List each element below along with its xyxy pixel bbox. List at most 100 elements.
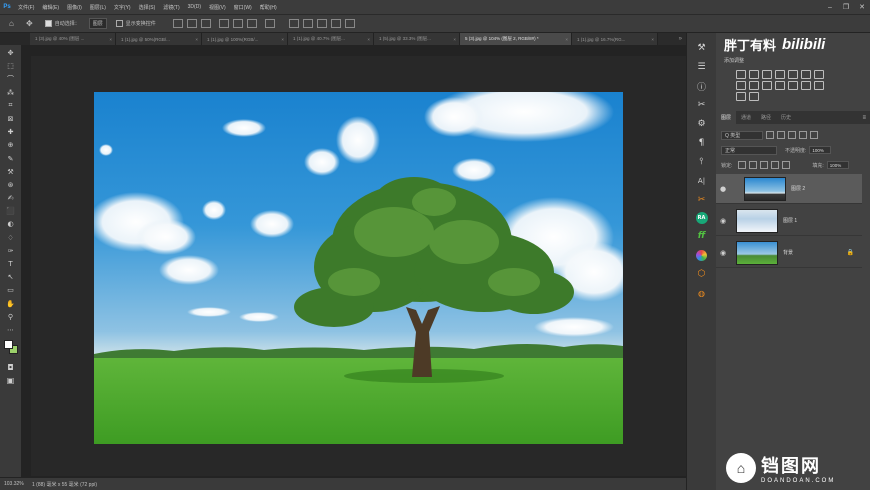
auto-select-toggle[interactable]: 自动选择： [42, 18, 83, 29]
tab-history[interactable]: 历史 [776, 111, 796, 124]
type-filter-icon[interactable] [788, 131, 796, 139]
tab-channels[interactable]: 通道 [736, 111, 756, 124]
foreground-color-swatch[interactable] [3, 340, 13, 350]
layer-row-background[interactable]: ◉ 背景 🔒 [716, 238, 862, 268]
menu-select[interactable]: 选择(S) [135, 4, 160, 11]
doc-tab-active[interactable]: 5 (3).jpg @ 104% (图层 2, RGB/8#) * × [460, 33, 572, 45]
levels-icon[interactable] [748, 70, 759, 79]
brush-settings-icon[interactable]: ✂ [695, 98, 709, 112]
menu-edit[interactable]: 编辑(E) [38, 4, 63, 11]
3d-pan-icon[interactable] [316, 19, 327, 28]
zoom-tool-icon[interactable]: ⚲ [4, 311, 18, 323]
eraser-tool-icon[interactable]: ✍ [4, 192, 18, 204]
panel-menu-icon[interactable]: ≡ [862, 115, 866, 121]
doc-tab[interactable]: 1 (3).jpg @ 40% (图层 ... × [30, 33, 116, 45]
doc-tab[interactable]: 1 (1).jpg @ 100%(RGB/... × [202, 33, 288, 45]
tab-layers[interactable]: 图层 [716, 111, 737, 124]
layer-name[interactable]: 图层 1 [783, 217, 797, 224]
close-tab-icon[interactable]: × [109, 37, 112, 42]
menu-window[interactable]: 窗口(W) [230, 4, 256, 11]
tab-paths[interactable]: 路径 [756, 111, 776, 124]
eyedropper-tool-icon[interactable]: ✚ [4, 126, 18, 138]
layer-kind-filter[interactable]: Q 类型 [721, 130, 763, 140]
healing-brush-tool-icon[interactable]: ⊕ [4, 139, 18, 151]
paragraph-icon[interactable]: ¶ [695, 136, 709, 150]
doc-tab[interactable]: 1 (1).jpg @ 16.7%(RG... × [572, 33, 658, 45]
layer-name[interactable]: 图层 2 [791, 185, 805, 192]
distribute-icon[interactable] [264, 19, 275, 28]
move-tool-icon[interactable]: ✥ [23, 18, 36, 29]
brushes-icon[interactable]: ⚙ [695, 117, 709, 131]
exposure-icon[interactable] [774, 70, 785, 79]
doc-tab[interactable]: 1 (5).jpg @ 33.3% (图层... × [374, 33, 460, 45]
lasso-tool-icon[interactable]: ⌒ [4, 73, 18, 85]
menu-layer[interactable]: 图层(L) [86, 4, 110, 11]
visibility-toggle-icon[interactable]: ◉ [716, 249, 730, 257]
menu-help[interactable]: 帮助(H) [256, 4, 281, 11]
menu-filter[interactable]: 滤镜(T) [159, 4, 183, 11]
visibility-toggle-icon[interactable]: ● [716, 185, 730, 193]
clone-stamp-tool-icon[interactable]: ⚒ [4, 166, 18, 178]
ra-plugin-icon[interactable]: RA [695, 212, 708, 224]
screen-mode-icon[interactable]: ▣ [4, 374, 18, 386]
rectangle-tool-icon[interactable]: ▭ [4, 284, 18, 296]
align-middle-icon[interactable] [232, 19, 243, 28]
path-select-tool-icon[interactable]: ↖ [4, 271, 18, 283]
ff-plugin-icon[interactable]: ff [695, 229, 709, 243]
align-center-icon[interactable] [186, 19, 197, 28]
close-button[interactable]: ✕ [854, 0, 870, 14]
quick-select-tool-icon[interactable]: ⁂ [4, 87, 18, 99]
gradient-map-icon[interactable] [735, 92, 746, 101]
close-tab-icon[interactable]: × [651, 37, 654, 42]
layer-row-1[interactable]: ◉ 图层 1 [716, 206, 862, 236]
opacity-input[interactable]: 100% [809, 146, 832, 154]
fill-input[interactable]: 100% [826, 161, 849, 169]
more-tabs-icon[interactable]: » [679, 33, 682, 45]
pen-tool-icon[interactable]: ✑ [4, 245, 18, 257]
shape-filter-icon[interactable] [799, 131, 807, 139]
more-tools-icon[interactable]: ⋯ [4, 324, 18, 336]
frame-tool-icon[interactable]: ⊠ [4, 113, 18, 125]
round-plugin-icon[interactable]: ◍ [695, 286, 709, 300]
layer-name[interactable]: 背景 [783, 249, 793, 256]
move-tool-icon[interactable]: ✥ [4, 47, 18, 59]
glyphs-icon[interactable]: ⫯ [695, 155, 709, 169]
align-top-icon[interactable] [218, 19, 229, 28]
color-wheel-icon[interactable] [695, 248, 709, 262]
quick-mask-icon[interactable]: ◘ [4, 361, 18, 373]
menu-3d[interactable]: 3D(D) [184, 4, 205, 10]
3d-rotate-icon[interactable] [302, 19, 313, 28]
brightness-icon[interactable] [735, 70, 746, 79]
menu-type[interactable]: 文字(Y) [110, 4, 135, 11]
show-transform-checkbox[interactable] [115, 20, 123, 27]
blur-tool-icon[interactable]: ◐ [4, 218, 18, 230]
marquee-tool-icon[interactable]: ⬚ [4, 60, 18, 72]
crop-tool-icon[interactable]: ⌗ [4, 100, 18, 112]
type-tool-icon[interactable]: T [4, 258, 18, 270]
pixel-filter-icon[interactable] [766, 131, 774, 139]
align-left-icon[interactable] [172, 19, 183, 28]
lock-artboard-icon[interactable] [771, 161, 780, 169]
doc-tab[interactable]: 1 (1).jpg @ 40.7% (图层... × [288, 33, 374, 45]
channel-mixer-icon[interactable] [761, 81, 772, 90]
lock-all-icon[interactable] [782, 161, 791, 169]
scissors-plugin-icon[interactable]: ✂ [695, 193, 709, 207]
home-icon[interactable]: ⌂ [6, 18, 17, 29]
visibility-toggle-icon[interactable]: ◉ [716, 217, 730, 225]
posterize-icon[interactable] [800, 81, 811, 90]
color-lookup-icon[interactable] [774, 81, 785, 90]
restore-button[interactable]: ❐ [838, 0, 854, 14]
zoom-level[interactable]: 103.32% [0, 481, 26, 487]
color-balance-icon[interactable] [813, 70, 824, 79]
blend-mode-select[interactable]: 正常 [721, 145, 777, 155]
minimize-button[interactable]: – [822, 0, 838, 14]
lock-image-icon[interactable] [749, 161, 758, 169]
close-tab-icon[interactable]: × [367, 37, 370, 42]
align-bottom-icon[interactable] [246, 19, 257, 28]
character-icon[interactable]: A| [695, 174, 709, 188]
auto-select-checkbox[interactable] [44, 20, 52, 27]
close-tab-icon[interactable]: × [281, 37, 284, 42]
menu-view[interactable]: 视图(V) [205, 4, 230, 11]
close-tab-icon[interactable]: × [453, 37, 456, 42]
close-tab-icon[interactable]: × [565, 37, 568, 42]
